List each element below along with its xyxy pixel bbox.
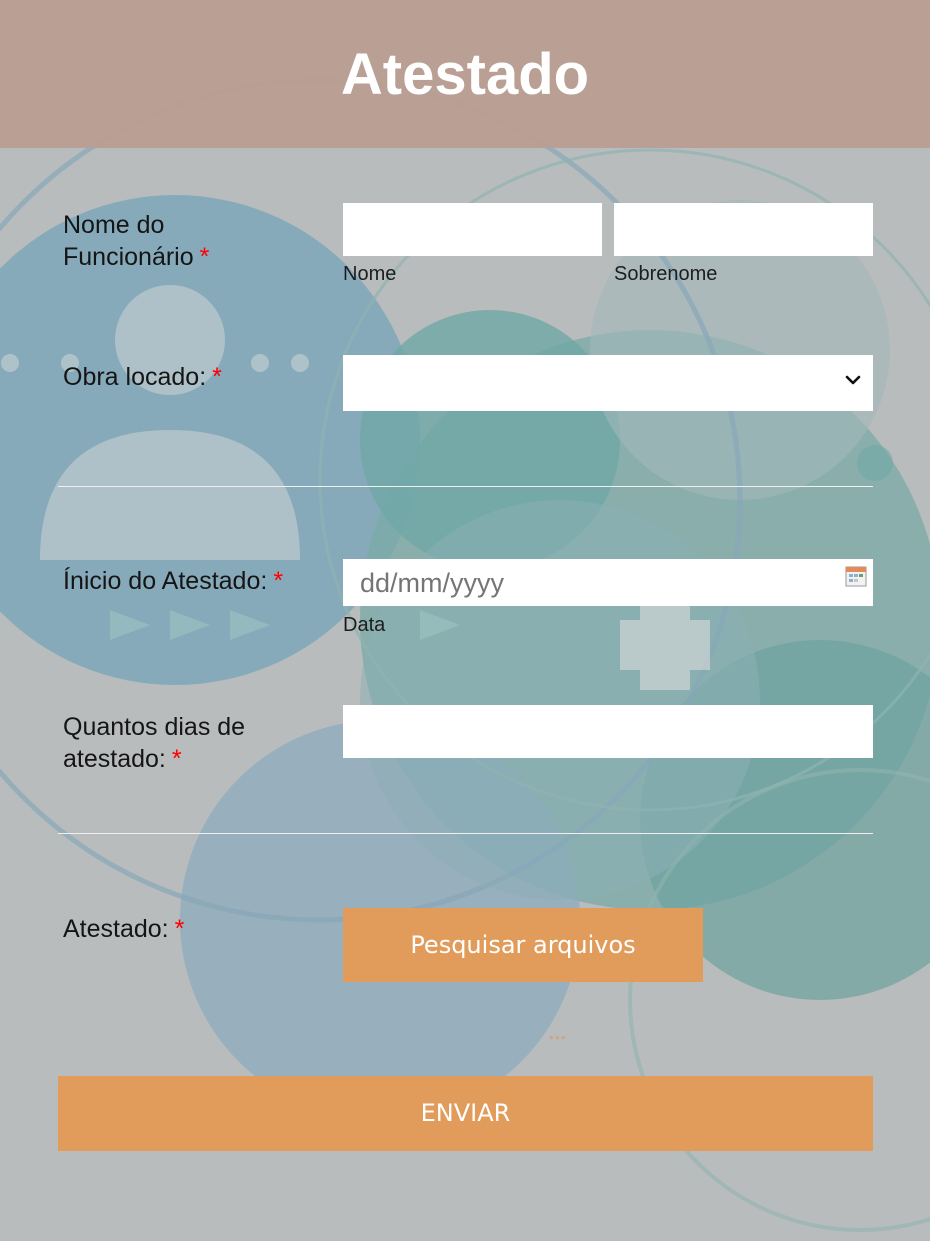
upload-progress-dots: ••• [549,1029,567,1045]
required-marker: * [199,243,210,271]
first-name-sublabel: Nome [343,263,397,285]
browse-files-button[interactable]: Pesquisar arquivos [343,908,703,982]
employee-name-label-line2: Funcionário [63,243,194,271]
start-date-input[interactable]: dd/mm/yyyy [343,559,873,606]
section-divider [58,833,873,834]
required-marker: * [273,567,284,595]
start-date-label-text: Ínicio do Atestado: [63,567,268,595]
first-name-input[interactable] [343,203,602,256]
site-label: Obra locado: * [63,361,222,393]
last-name-sublabel: Sobrenome [614,263,718,285]
required-marker: * [171,745,182,773]
days-label-line1: Quantos dias de [63,713,246,741]
employee-name-label-line1: Nome do [63,211,165,239]
calendar-icon[interactable] [845,565,867,587]
days-label: Quantos dias de atestado: * [63,711,245,775]
attachment-label-text: Atestado: [63,915,169,943]
chevron-down-icon [845,375,861,385]
site-select[interactable] [343,355,873,411]
attachment-label: Atestado: * [63,913,184,945]
site-label-text: Obra locado: [63,363,207,391]
start-date-placeholder: dd/mm/yyyy [360,568,505,598]
medical-certificate-form: Nome do Funcionário * Nome Sobrenome Obra… [0,0,930,1241]
start-date-label: Ínicio do Atestado: * [63,565,283,597]
last-name-input[interactable] [614,203,873,256]
submit-button[interactable]: ENVIAR [58,1076,873,1151]
section-divider [58,486,873,487]
days-input[interactable] [343,705,873,758]
employee-name-label: Nome do Funcionário * [63,209,209,273]
days-label-line2: atestado: [63,745,166,773]
required-marker: * [212,363,222,391]
start-date-sublabel: Data [343,614,386,636]
required-marker: * [174,915,185,943]
